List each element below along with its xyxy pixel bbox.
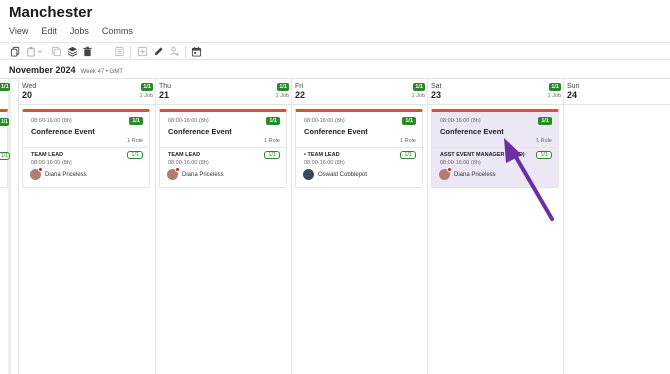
annotation-arrow <box>504 138 554 221</box>
